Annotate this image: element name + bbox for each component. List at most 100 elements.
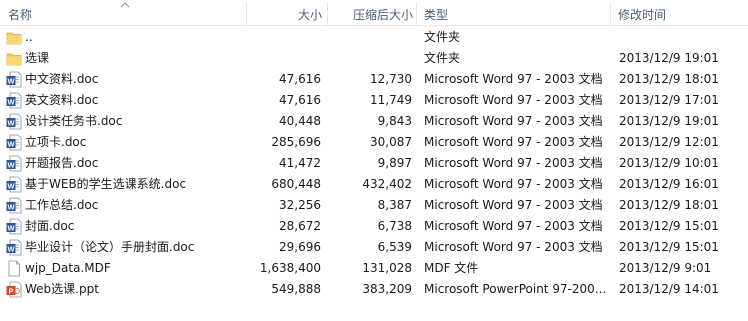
svg-text:W: W — [7, 202, 15, 211]
word-doc-icon: W — [6, 134, 22, 151]
powerpoint-icon: P — [6, 281, 22, 298]
modified-time: 2013/12/9 15:01 — [619, 240, 719, 254]
file-type: Microsoft Word 97 - 2003 文档 — [424, 114, 603, 128]
file-size: 28,672 — [279, 219, 321, 233]
file-type: Microsoft Word 97 - 2003 文档 — [424, 72, 603, 86]
file-size — [249, 48, 321, 69]
word-doc-icon: W — [6, 113, 22, 130]
table-row[interactable]: W 工作总结.doc 32,256 8,387 Microsoft Word 97 - … — [0, 195, 748, 216]
file-size: 32,256 — [279, 198, 321, 212]
table-row[interactable]: W 毕业设计（论文）手册封面.doc 29,696 6,539 Microsoft Wo… — [0, 237, 748, 258]
svg-text:W: W — [7, 223, 15, 232]
compressed-size: 8,387 — [377, 198, 412, 212]
modified-time: 2013/12/9 14:01 — [619, 282, 719, 296]
word-doc-icon: W — [6, 155, 22, 172]
modified-time: 2013/12/9 17:01 — [619, 93, 719, 107]
compressed-size: 6,539 — [377, 240, 412, 254]
compressed-size: 131,028 — [362, 261, 412, 275]
folder-icon — [6, 50, 22, 67]
svg-text:P: P — [8, 286, 13, 295]
column-header: 名称 大小 压缩后大小 类型 修改时间 — [0, 0, 748, 26]
table-row[interactable]: wjp_Data.MDF 1,638,400 131,028 MDF 文件 2013/1… — [0, 258, 748, 279]
column-header-size[interactable]: 大小 — [249, 0, 322, 25]
svg-text:W: W — [7, 139, 15, 148]
modified-time: 2013/12/9 19:01 — [619, 114, 719, 128]
file-type: Microsoft Word 97 - 2003 文档 — [424, 198, 603, 212]
word-doc-icon: W — [6, 197, 22, 214]
modified-time: 2013/12/9 18:01 — [619, 198, 719, 212]
table-row[interactable]: 选课 文件夹 2013/12/9 19:01 — [0, 48, 748, 69]
modified-time — [619, 27, 739, 48]
file-type: Microsoft Word 97 - 2003 文档 — [424, 240, 603, 254]
file-size: 285,696 — [271, 135, 321, 149]
file-name: Web选课.ppt — [25, 282, 99, 296]
file-name: wjp_Data.MDF — [25, 261, 111, 275]
file-type: Microsoft Word 97 - 2003 文档 — [424, 219, 603, 233]
compressed-size: 11,749 — [370, 93, 412, 107]
column-header-modified[interactable]: 修改时间 — [618, 0, 738, 25]
word-doc-icon: W — [6, 176, 22, 193]
table-row[interactable]: W 立项卡.doc 285,696 30,087 Microsoft Word 97 -… — [0, 132, 748, 153]
blank-file-icon — [6, 260, 22, 277]
word-doc-icon: W — [6, 239, 22, 256]
column-header-type[interactable]: 类型 — [424, 0, 604, 25]
file-name: 设计类任务书.doc — [25, 114, 123, 128]
file-name: 封面.doc — [25, 219, 75, 233]
table-row[interactable]: W 开题报告.doc 41,472 9,897 Microsoft Word 97 - … — [0, 153, 748, 174]
file-list: 名称 大小 压缩后大小 类型 修改时间 .. 文件夹 选课 文件夹 2013/12/9 … — [0, 0, 748, 321]
compressed-size: 6,738 — [377, 219, 412, 233]
table-row[interactable]: W 设计类任务书.doc 40,448 9,843 Microsoft Word 97 … — [0, 111, 748, 132]
compressed-size: 383,209 — [362, 282, 412, 296]
svg-text:W: W — [7, 76, 15, 85]
word-doc-icon: W — [6, 218, 22, 235]
file-name: 毕业设计（论文）手册封面.doc — [25, 240, 195, 254]
file-size: 47,616 — [279, 72, 321, 86]
file-name: 开题报告.doc — [25, 156, 99, 170]
file-type: Microsoft Word 97 - 2003 文档 — [424, 135, 603, 149]
compressed-size: 30,087 — [370, 135, 412, 149]
compressed-size: 432,402 — [362, 177, 412, 191]
compressed-size: 9,897 — [377, 156, 412, 170]
file-name: 工作总结.doc — [25, 198, 99, 212]
file-size: 29,696 — [279, 240, 321, 254]
svg-text:W: W — [7, 118, 15, 127]
modified-time: 2013/12/9 18:01 — [619, 72, 719, 86]
sort-ascending-icon — [120, 2, 130, 8]
svg-text:W: W — [7, 244, 15, 253]
compressed-size: 9,843 — [377, 114, 412, 128]
svg-text:W: W — [7, 160, 15, 169]
column-header-compressed-size[interactable]: 压缩后大小 — [323, 0, 413, 25]
table-row[interactable]: W 中文资料.doc 47,616 12,730 Microsoft Word 97 -… — [0, 69, 748, 90]
table-row[interactable]: W 英文资料.doc 47,616 11,749 Microsoft Word 97 -… — [0, 90, 748, 111]
file-size: 1,638,400 — [259, 261, 321, 275]
table-row[interactable]: W 封面.doc 28,672 6,738 Microsoft Word 97 - 20… — [0, 216, 748, 237]
file-type: 文件夹 — [424, 51, 461, 65]
compressed-size — [323, 27, 412, 48]
modified-time: 2013/12/9 16:01 — [619, 177, 719, 191]
file-type: Microsoft PowerPoint 97-200... — [424, 282, 607, 296]
file-type: Microsoft Word 97 - 2003 文档 — [424, 177, 603, 191]
file-size — [249, 27, 321, 48]
file-type: Microsoft Word 97 - 2003 文档 — [424, 93, 603, 107]
modified-time: 2013/12/9 15:01 — [619, 219, 719, 233]
file-size: 41,472 — [279, 156, 321, 170]
file-size: 680,448 — [271, 177, 321, 191]
file-type: Microsoft Word 97 - 2003 文档 — [424, 156, 603, 170]
file-type: 文件夹 — [424, 30, 461, 44]
table-row[interactable]: P Web选课.ppt 549,888 383,209 Microsoft PowerP… — [0, 279, 748, 300]
file-name: 基于WEB的学生选课系统.doc — [25, 177, 187, 191]
svg-text:W: W — [7, 181, 15, 190]
word-doc-icon: W — [6, 92, 22, 109]
file-size: 47,616 — [279, 93, 321, 107]
compressed-size — [323, 48, 412, 69]
file-name: 中文资料.doc — [25, 72, 99, 86]
modified-time: 2013/12/9 10:01 — [619, 156, 719, 170]
table-row[interactable]: W 基于WEB的学生选课系统.doc 680,448 432,402 Microsoft… — [0, 174, 748, 195]
modified-time: 2013/12/9 19:01 — [619, 51, 719, 65]
folder-icon — [6, 29, 22, 46]
table-row[interactable]: .. 文件夹 — [0, 27, 748, 48]
svg-text:W: W — [7, 97, 15, 106]
file-size: 549,888 — [271, 282, 321, 296]
file-name: .. — [25, 30, 33, 44]
file-name: 立项卡.doc — [25, 135, 87, 149]
